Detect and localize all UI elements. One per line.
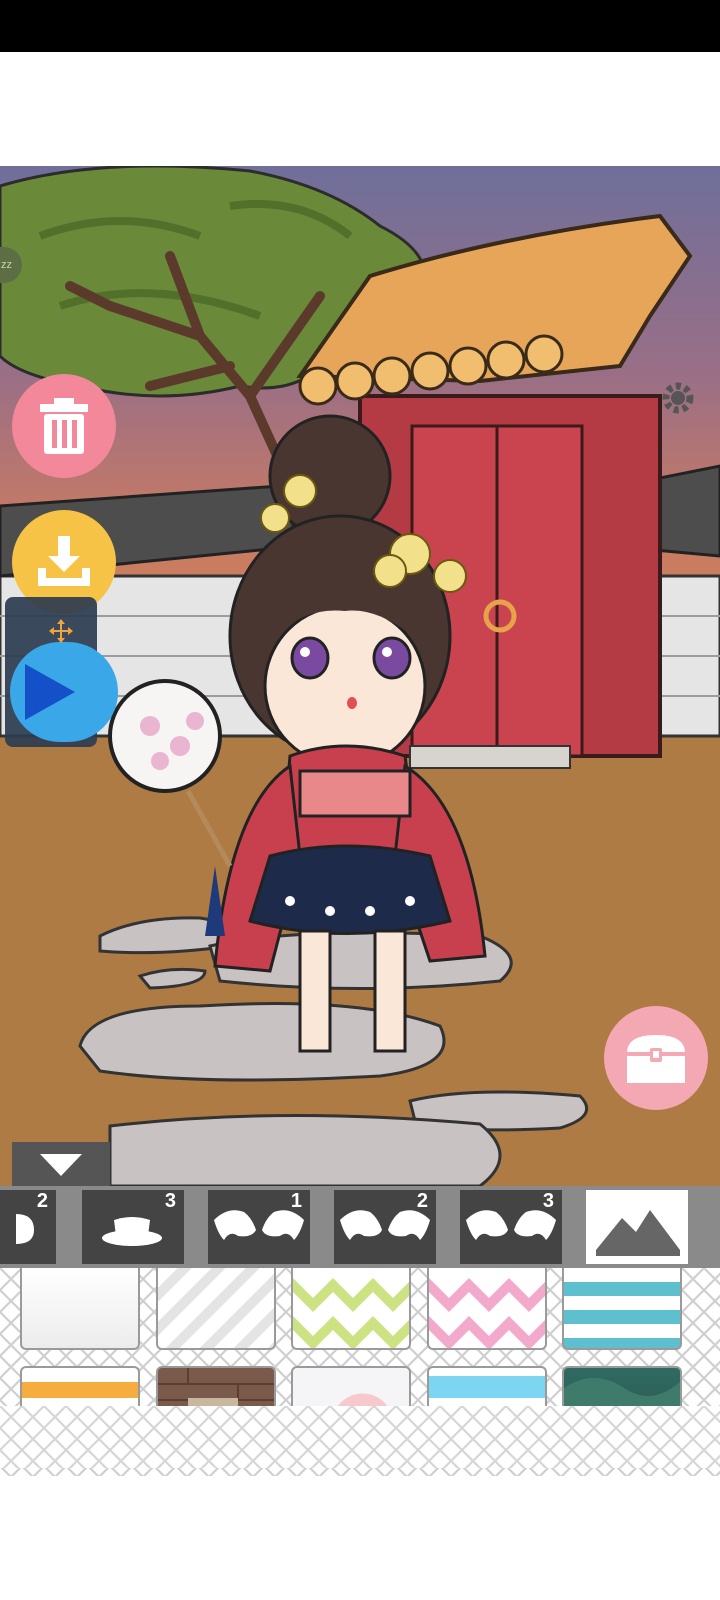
landscape-icon <box>596 1210 680 1256</box>
tab-count: 3 <box>164 1190 176 1212</box>
chevron-down-icon <box>40 1154 82 1176</box>
status-bar <box>0 0 720 52</box>
move-arrows-icon[interactable] <box>48 618 74 644</box>
wardrobe-chest-button[interactable] <box>604 1006 708 1110</box>
tab-wings-1[interactable]: 1 <box>208 1190 310 1264</box>
background-option[interactable] <box>562 1268 682 1350</box>
tab-partial[interactable]: 2 <box>0 1190 56 1264</box>
tab-background[interactable] <box>586 1190 688 1264</box>
background-option[interactable] <box>156 1268 276 1350</box>
tab-wings-2[interactable]: 2 <box>334 1190 436 1264</box>
tab-hat[interactable]: 3 <box>82 1190 184 1264</box>
tab-count: 1 <box>290 1190 302 1212</box>
delete-button[interactable] <box>12 374 116 478</box>
gear-icon[interactable] <box>658 378 698 418</box>
background-option[interactable] <box>20 1268 140 1350</box>
play-icon <box>25 664 75 720</box>
grid-bottom-fade <box>0 1406 720 1468</box>
tab-count: 3 <box>542 1190 554 1212</box>
tab-count: 2 <box>416 1190 428 1212</box>
trash-icon <box>40 398 88 454</box>
treasure-chest-icon <box>627 1035 685 1083</box>
category-tab-bar: 2 3 1 2 3 <box>0 1186 720 1268</box>
play-button[interactable] <box>10 642 118 742</box>
background-option[interactable] <box>291 1268 411 1350</box>
collapse-panel-button[interactable] <box>12 1142 110 1186</box>
tab-wings-3[interactable]: 3 <box>460 1190 562 1264</box>
download-icon <box>38 536 90 586</box>
tab-count: 2 <box>36 1190 48 1212</box>
background-option[interactable] <box>427 1268 547 1350</box>
